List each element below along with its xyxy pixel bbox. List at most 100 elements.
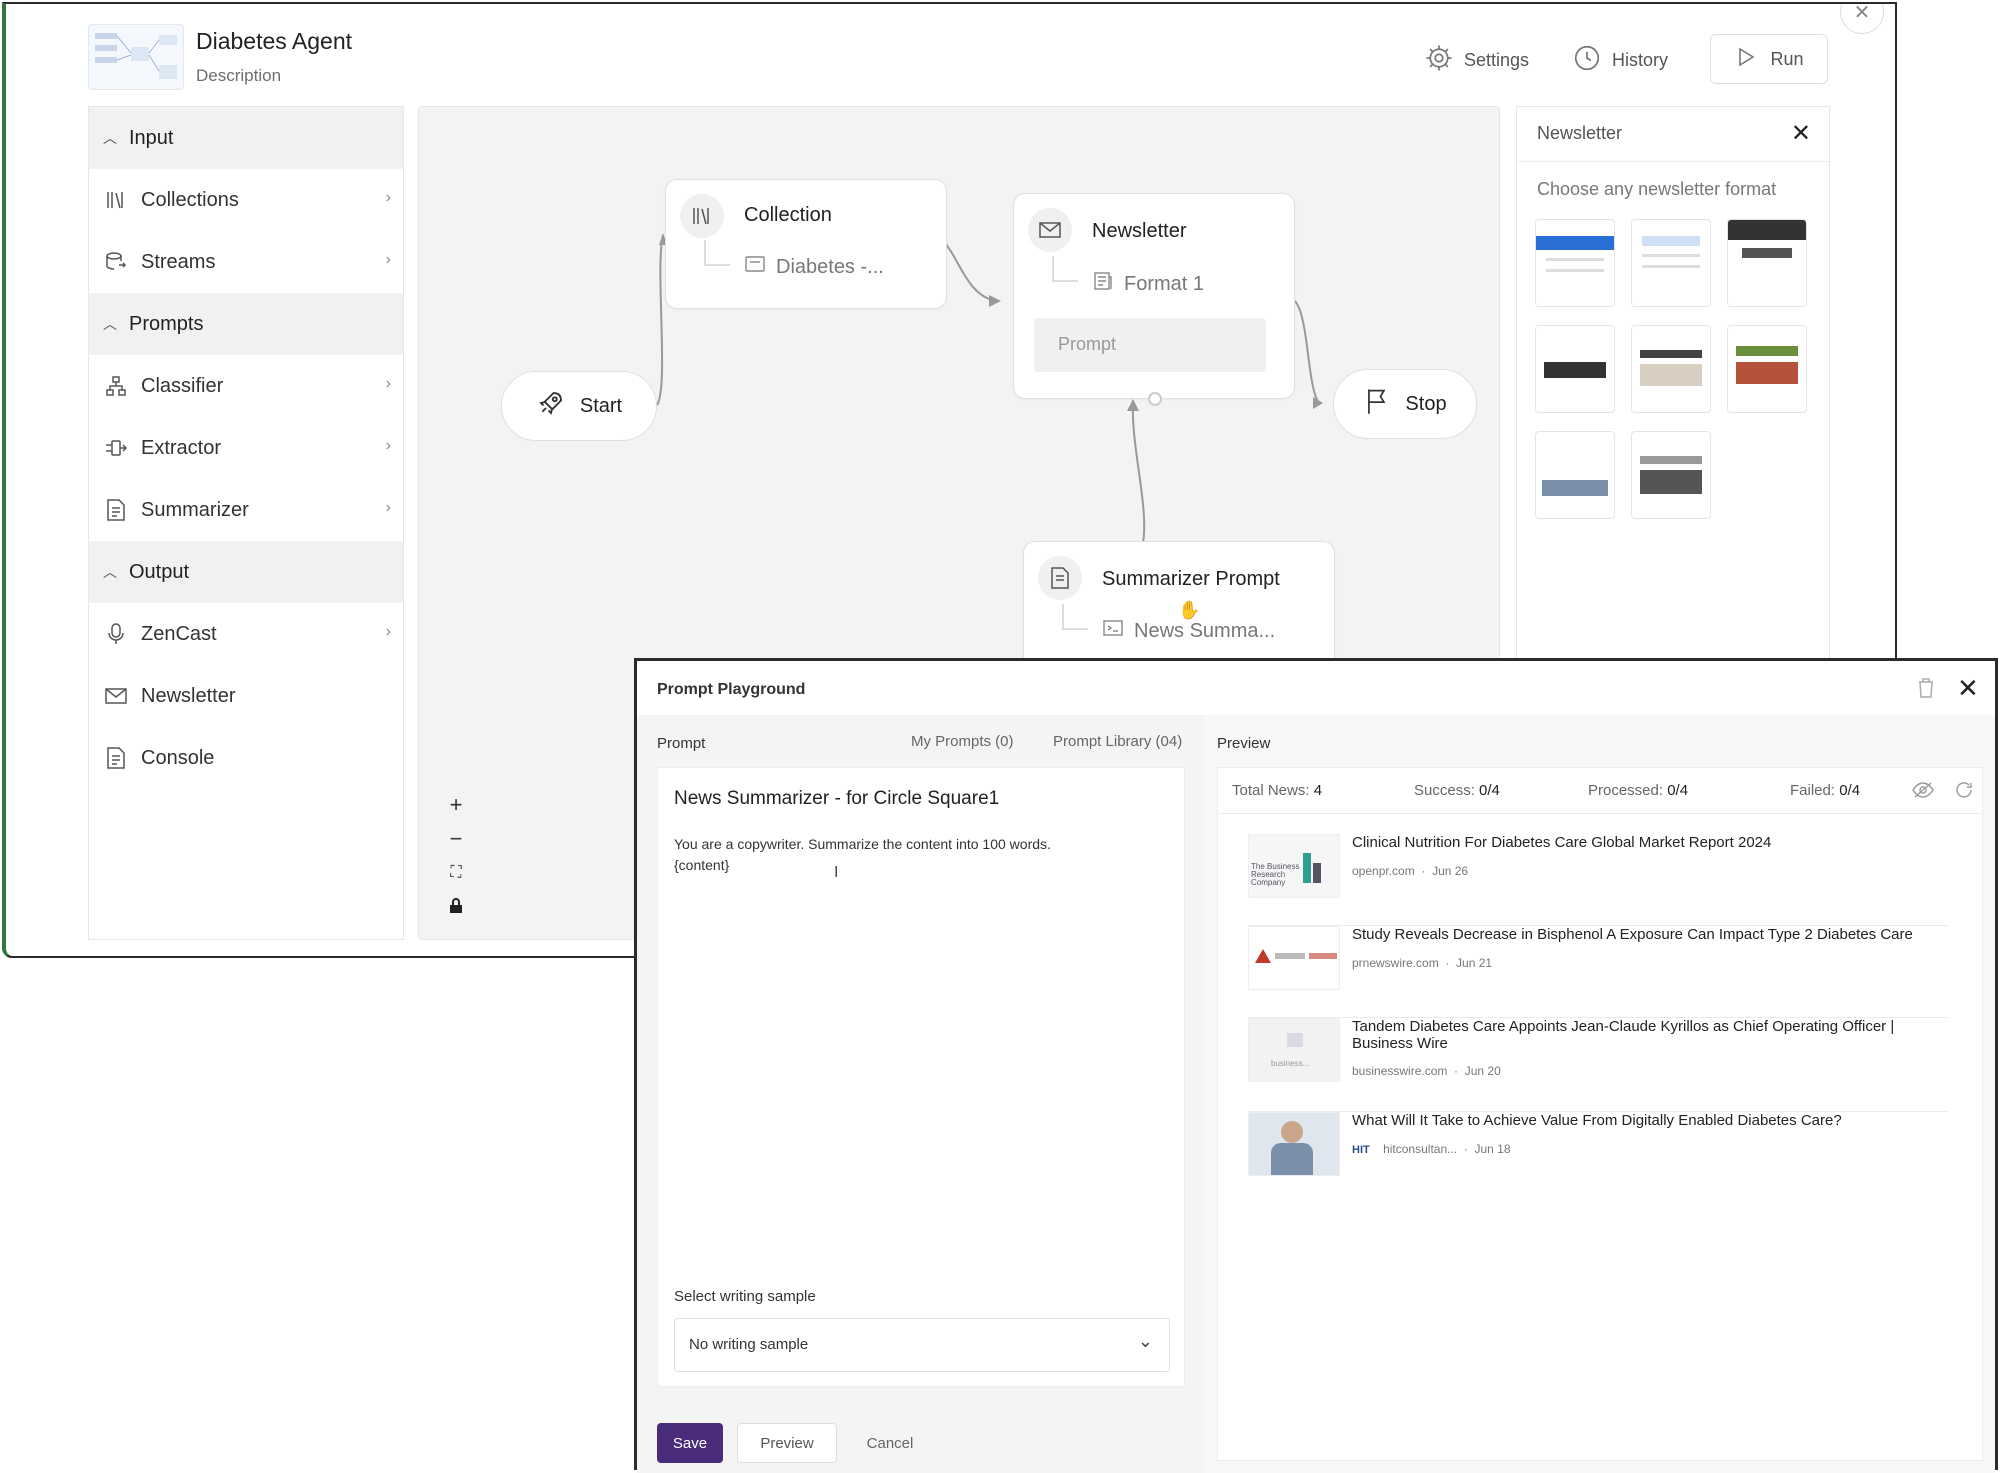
format-thumbnail[interactable] (1631, 325, 1711, 413)
close-dialog-button[interactable]: ✕ (1957, 673, 1979, 704)
format-thumbnail[interactable] (1535, 219, 1615, 307)
writing-sample-label: Select writing sample (674, 1288, 816, 1305)
format-thumbnail[interactable] (1631, 431, 1711, 519)
refresh-icon[interactable] (1954, 780, 1974, 805)
sidebar-item-zencast[interactable]: ZenCast › (89, 603, 403, 665)
format-thumbnail[interactable] (1727, 219, 1807, 307)
close-window-button[interactable]: ✕ (1840, 4, 1884, 34)
node-subitem[interactable]: Diabetes -... (744, 254, 884, 280)
sidebar-item-collections[interactable]: Collections › (89, 169, 403, 231)
chevron-right-icon: › (385, 375, 391, 392)
settings-button[interactable]: Settings (1424, 44, 1529, 76)
writing-sample-value: No writing sample (689, 1336, 809, 1353)
lock-button[interactable] (439, 891, 473, 923)
hierarchy-icon (103, 373, 129, 399)
news-title[interactable]: Tandem Diabetes Care Appoints Jean-Claud… (1352, 1018, 1952, 1052)
sidebar-item-extractor[interactable]: Extractor › (89, 417, 403, 479)
news-meta: prnewswire.com · Jun 21 (1352, 956, 1493, 970)
sidebar-item-summarizer[interactable]: Summarizer › (89, 479, 403, 541)
chevron-right-icon: › (385, 251, 391, 268)
text-cursor-icon: I (834, 864, 839, 881)
eye-off-icon[interactable] (1912, 780, 1934, 805)
history-button[interactable]: History (1572, 44, 1668, 76)
news-title[interactable]: What Will It Take to Achieve Value From … (1352, 1112, 1952, 1129)
prompt-slot[interactable]: Prompt (1034, 318, 1266, 372)
flag-icon (1363, 386, 1391, 422)
newsletter-node[interactable]: Newsletter Format 1 Prompt (1013, 193, 1295, 406)
news-meta: HIT hitconsultan... · Jun 18 (1352, 1142, 1511, 1156)
prompt-pane: Prompt My Prompts (0) Prompt Library (04… (637, 715, 1203, 1473)
news-title[interactable]: Study Reveals Decrease in Bisphenol A Ex… (1352, 926, 1952, 943)
cancel-button[interactable]: Cancel (857, 1423, 923, 1463)
news-item[interactable]: business... Tandem Diabetes Care Appoint… (1248, 1018, 1948, 1112)
node-subitem[interactable]: Format 1 (1092, 270, 1204, 298)
section-input-header[interactable]: ︿ Input (89, 107, 403, 169)
panel-title: Newsletter (1537, 123, 1623, 143)
lock-icon (449, 894, 463, 920)
news-title[interactable]: Clinical Nutrition For Diabetes Care Glo… (1352, 834, 1952, 851)
preview-button[interactable]: Preview (737, 1423, 837, 1463)
writing-sample-select[interactable]: No writing sample ⌄ (674, 1318, 1170, 1372)
document-icon (103, 497, 129, 523)
fit-view-icon: ⛶ (450, 864, 462, 881)
database-icon (103, 249, 129, 275)
agent-thumbnail[interactable] (88, 24, 184, 90)
input-port[interactable] (1148, 392, 1162, 406)
sidebar-item-classifier[interactable]: Classifier › (89, 355, 403, 417)
agent-title: Diabetes Agent (196, 28, 353, 54)
sidebar-item-console[interactable]: Console (89, 727, 403, 789)
sidebar-item-label: Streams (141, 250, 216, 273)
chevron-up-icon: ︿ (103, 564, 117, 580)
extractor-icon (103, 435, 129, 461)
run-button[interactable]: Run (1710, 34, 1828, 84)
sidebar-item-streams[interactable]: Streams › (89, 231, 403, 293)
format-thumbnail[interactable] (1727, 325, 1807, 413)
tab-prompt-library[interactable]: Prompt Library (04) (1053, 733, 1182, 750)
save-button[interactable]: Save (657, 1423, 723, 1463)
preview-pane: Preview Total News: 4 Success: 0/4 Proce… (1203, 715, 1995, 1473)
format-thumbnail[interactable] (1631, 219, 1711, 307)
sidebar-item-label: Summarizer (141, 498, 249, 521)
stop-node[interactable]: Stop (1333, 369, 1477, 439)
microphone-icon (103, 621, 129, 647)
close-panel-button[interactable]: ✕ (1791, 119, 1811, 148)
agent-description[interactable]: Description (196, 66, 281, 86)
news-meta: businesswire.com · Jun 20 (1352, 1064, 1501, 1078)
prompt-body-field[interactable]: You are a copywriter. Summarize the cont… (674, 834, 1051, 876)
start-node[interactable]: Start (501, 371, 657, 441)
news-item[interactable]: Study Reveals Decrease in Bisphenol A Ex… (1248, 926, 1948, 1018)
clock-icon (1572, 43, 1602, 78)
chevron-up-icon: ︿ (103, 130, 117, 146)
news-item[interactable]: What Will It Take to Achieve Value From … (1248, 1112, 1948, 1204)
chevron-right-icon: › (385, 189, 391, 206)
node-subitem[interactable]: News Summa... (1102, 618, 1275, 644)
node-palette-sidebar: ︿ Input Collections › Streams › ︿ Prompt… (88, 106, 404, 940)
trash-icon[interactable] (1917, 677, 1937, 701)
tab-my-prompts[interactable]: My Prompts (0) (911, 733, 1014, 750)
section-output-header[interactable]: ︿ Output (89, 541, 403, 603)
collection-node[interactable]: Collection Diabetes -... (665, 179, 947, 309)
sidebar-item-label: Collections (141, 188, 239, 211)
preview-card: Total News: 4 Success: 0/4 Processed: 0/… (1217, 767, 1983, 1461)
sidebar-item-newsletter[interactable]: Newsletter (89, 665, 403, 727)
newsletter-format-panel: Newsletter ✕ Choose any newsletter forma… (1516, 106, 1830, 666)
play-icon (1734, 45, 1758, 74)
zoom-in-button[interactable]: + (439, 789, 473, 821)
format-thumbnail[interactable] (1535, 431, 1615, 519)
prompt-title-field[interactable]: News Summarizer - for Circle Square1 (674, 788, 999, 810)
prompt-editor[interactable]: News Summarizer - for Circle Square1 You… (657, 767, 1185, 1387)
stat-processed: Processed: 0/4 (1588, 782, 1689, 799)
close-icon: ✕ (1957, 673, 1979, 703)
node-title: Collection (744, 204, 832, 226)
news-item[interactable]: The Business Research Company Clinical N… (1248, 834, 1948, 926)
newspaper-icon (1092, 270, 1114, 298)
hand-cursor-icon: ✋ (1178, 600, 1201, 620)
sidebar-item-label: Extractor (141, 436, 222, 459)
section-prompts-header[interactable]: ︿ Prompts (89, 293, 403, 355)
chevron-right-icon: › (385, 499, 391, 516)
fit-view-button[interactable]: ⛶ (439, 857, 473, 889)
zoom-out-button[interactable]: − (439, 823, 473, 855)
chevron-right-icon: › (385, 437, 391, 454)
format-thumbnail[interactable] (1535, 325, 1615, 413)
chevron-right-icon: › (385, 623, 391, 640)
